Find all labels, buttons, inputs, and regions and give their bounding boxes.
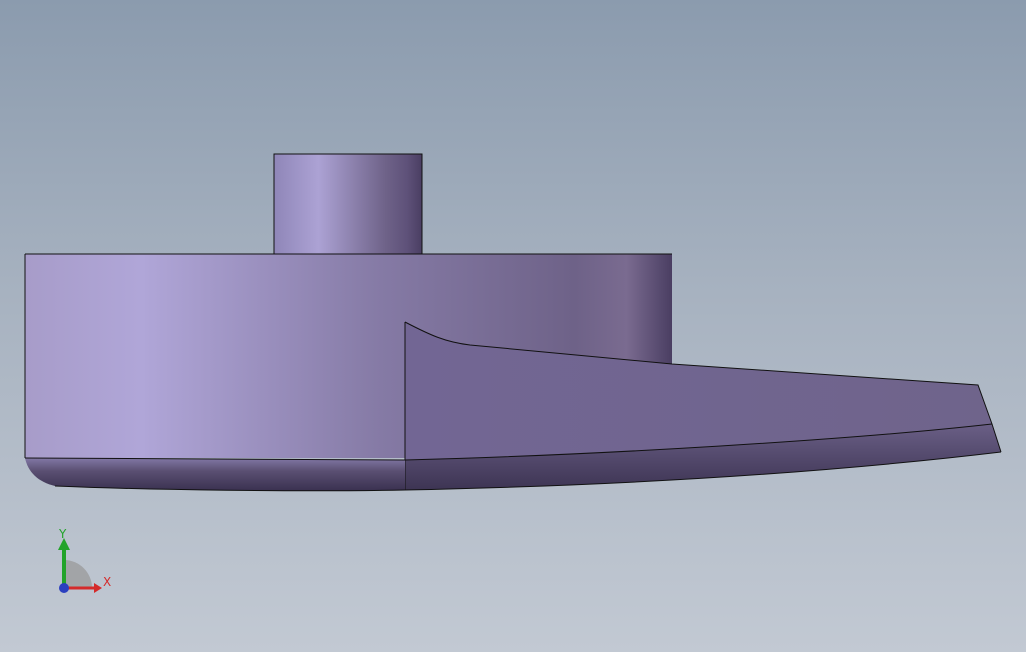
- graphics-viewport[interactable]: Y X: [0, 0, 1026, 652]
- triad-arc: [64, 560, 92, 588]
- x-axis-label: X: [103, 575, 111, 589]
- base-fillet[interactable]: [25, 458, 405, 491]
- y-axis-label: Y: [58, 527, 67, 541]
- z-axis-dot: [59, 583, 69, 593]
- hub-cylinder[interactable]: [273, 153, 423, 255]
- 3d-model-view[interactable]: [0, 0, 1026, 652]
- orientation-triad: Y X: [58, 527, 111, 593]
- x-axis-arrowhead: [94, 583, 102, 593]
